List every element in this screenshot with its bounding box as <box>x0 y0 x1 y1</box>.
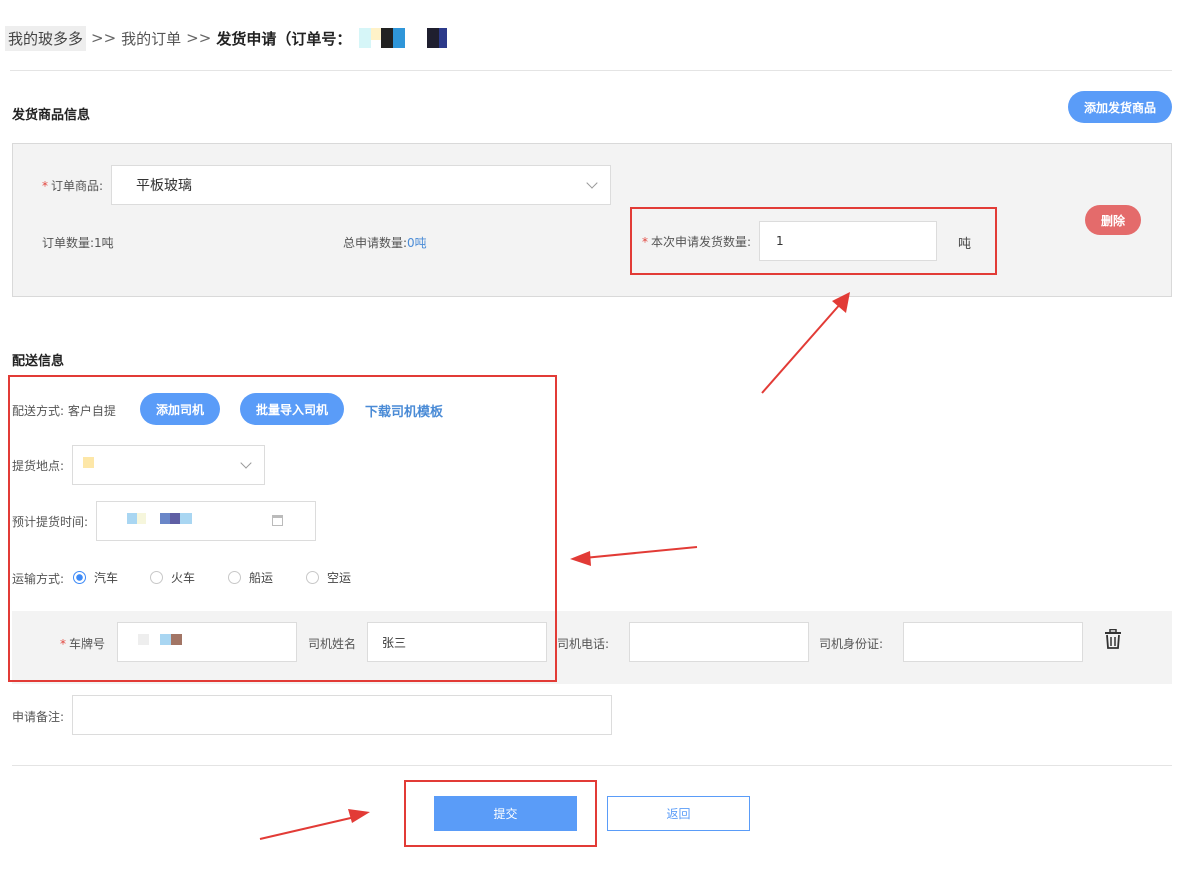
total-apply-quantity: 总申请数量:0吨 <box>343 236 427 250</box>
radio-icon <box>228 571 241 584</box>
radio-icon <box>306 571 319 584</box>
driver-id-input[interactable] <box>903 622 1083 662</box>
unit-label: 吨 <box>958 237 972 252</box>
arrow-to-apply-quantity <box>761 292 850 394</box>
radio-selected-icon <box>73 571 86 584</box>
plate-label: * 车牌号 <box>60 637 106 651</box>
delete-goods-button[interactable]: 删除 <box>1085 205 1141 235</box>
apply-quantity-input[interactable]: 1 <box>759 221 937 261</box>
plate-input[interactable] <box>117 622 297 662</box>
download-template-link[interactable]: 下载司机模板 <box>365 401 443 420</box>
goods-section-title: 发货商品信息 <box>12 108 91 123</box>
product-select[interactable]: 平板玻璃 <box>111 165 611 205</box>
breadcrumb-orders[interactable]: 我的订单 <box>121 28 181 49</box>
driver-phone-label: 司机电话: <box>557 637 610 651</box>
driver-name-label: 司机姓名 <box>308 637 357 651</box>
apply-quantity-label: * 本次申请发货数量: <box>642 235 752 249</box>
arrow-to-delivery-box <box>570 546 698 566</box>
transport-option-car[interactable]: 汽车 <box>73 569 118 586</box>
pickup-location-select[interactable] <box>72 445 265 485</box>
delivery-method: 配送方式: 客户自提 <box>12 404 116 418</box>
add-driver-button[interactable]: 添加司机 <box>140 393 220 425</box>
back-button[interactable]: 返回 <box>607 796 750 831</box>
calendar-icon[interactable] <box>272 515 283 526</box>
delivery-section-title: 配送信息 <box>12 354 65 369</box>
batch-import-driver-button[interactable]: 批量导入司机 <box>240 393 344 425</box>
driver-phone-input[interactable] <box>629 622 809 662</box>
remark-input[interactable] <box>72 695 612 735</box>
footer-divider <box>12 765 1172 766</box>
chevron-down-icon <box>240 457 252 469</box>
order-number-redacted <box>359 28 448 48</box>
plate-redacted <box>138 633 182 645</box>
product-label: * 订单商品: <box>42 179 104 193</box>
radio-icon <box>150 571 163 584</box>
driver-id-label: 司机身份证: <box>819 637 884 651</box>
order-quantity: 订单数量:1吨 <box>42 236 114 250</box>
arrow-to-submit <box>259 809 370 840</box>
add-goods-button[interactable]: 添加发货商品 <box>1068 91 1172 123</box>
product-select-value: 平板玻璃 <box>136 178 192 194</box>
transport-option-air[interactable]: 空运 <box>306 569 351 586</box>
breadcrumb-separator: >> <box>186 29 212 47</box>
trash-icon[interactable] <box>1104 629 1122 649</box>
transport-label: 运输方式: <box>12 572 65 586</box>
breadcrumb-home[interactable]: 我的玻多多 <box>5 25 87 51</box>
transport-option-ship[interactable]: 船运 <box>228 569 273 586</box>
pickup-time-redacted <box>127 512 192 524</box>
header-divider <box>10 70 1172 71</box>
chevron-down-icon <box>586 177 598 189</box>
remark-label: 申请备注: <box>12 710 65 724</box>
pickup-location-label: 提货地点: <box>12 459 65 473</box>
breadcrumb-current: 发货申请（订单号： <box>216 29 352 48</box>
pickup-location-redacted <box>83 456 94 468</box>
pickup-time-label: 预计提货时间: <box>12 515 89 529</box>
driver-name-input[interactable]: 张三 <box>367 622 547 662</box>
submit-button[interactable]: 提交 <box>434 796 577 831</box>
breadcrumb: 我的玻多多 >> 我的订单 >> 发货申请（订单号： <box>5 24 448 52</box>
transport-option-train[interactable]: 火车 <box>150 569 195 586</box>
pickup-time-input[interactable] <box>96 501 316 541</box>
breadcrumb-separator: >> <box>91 29 117 47</box>
